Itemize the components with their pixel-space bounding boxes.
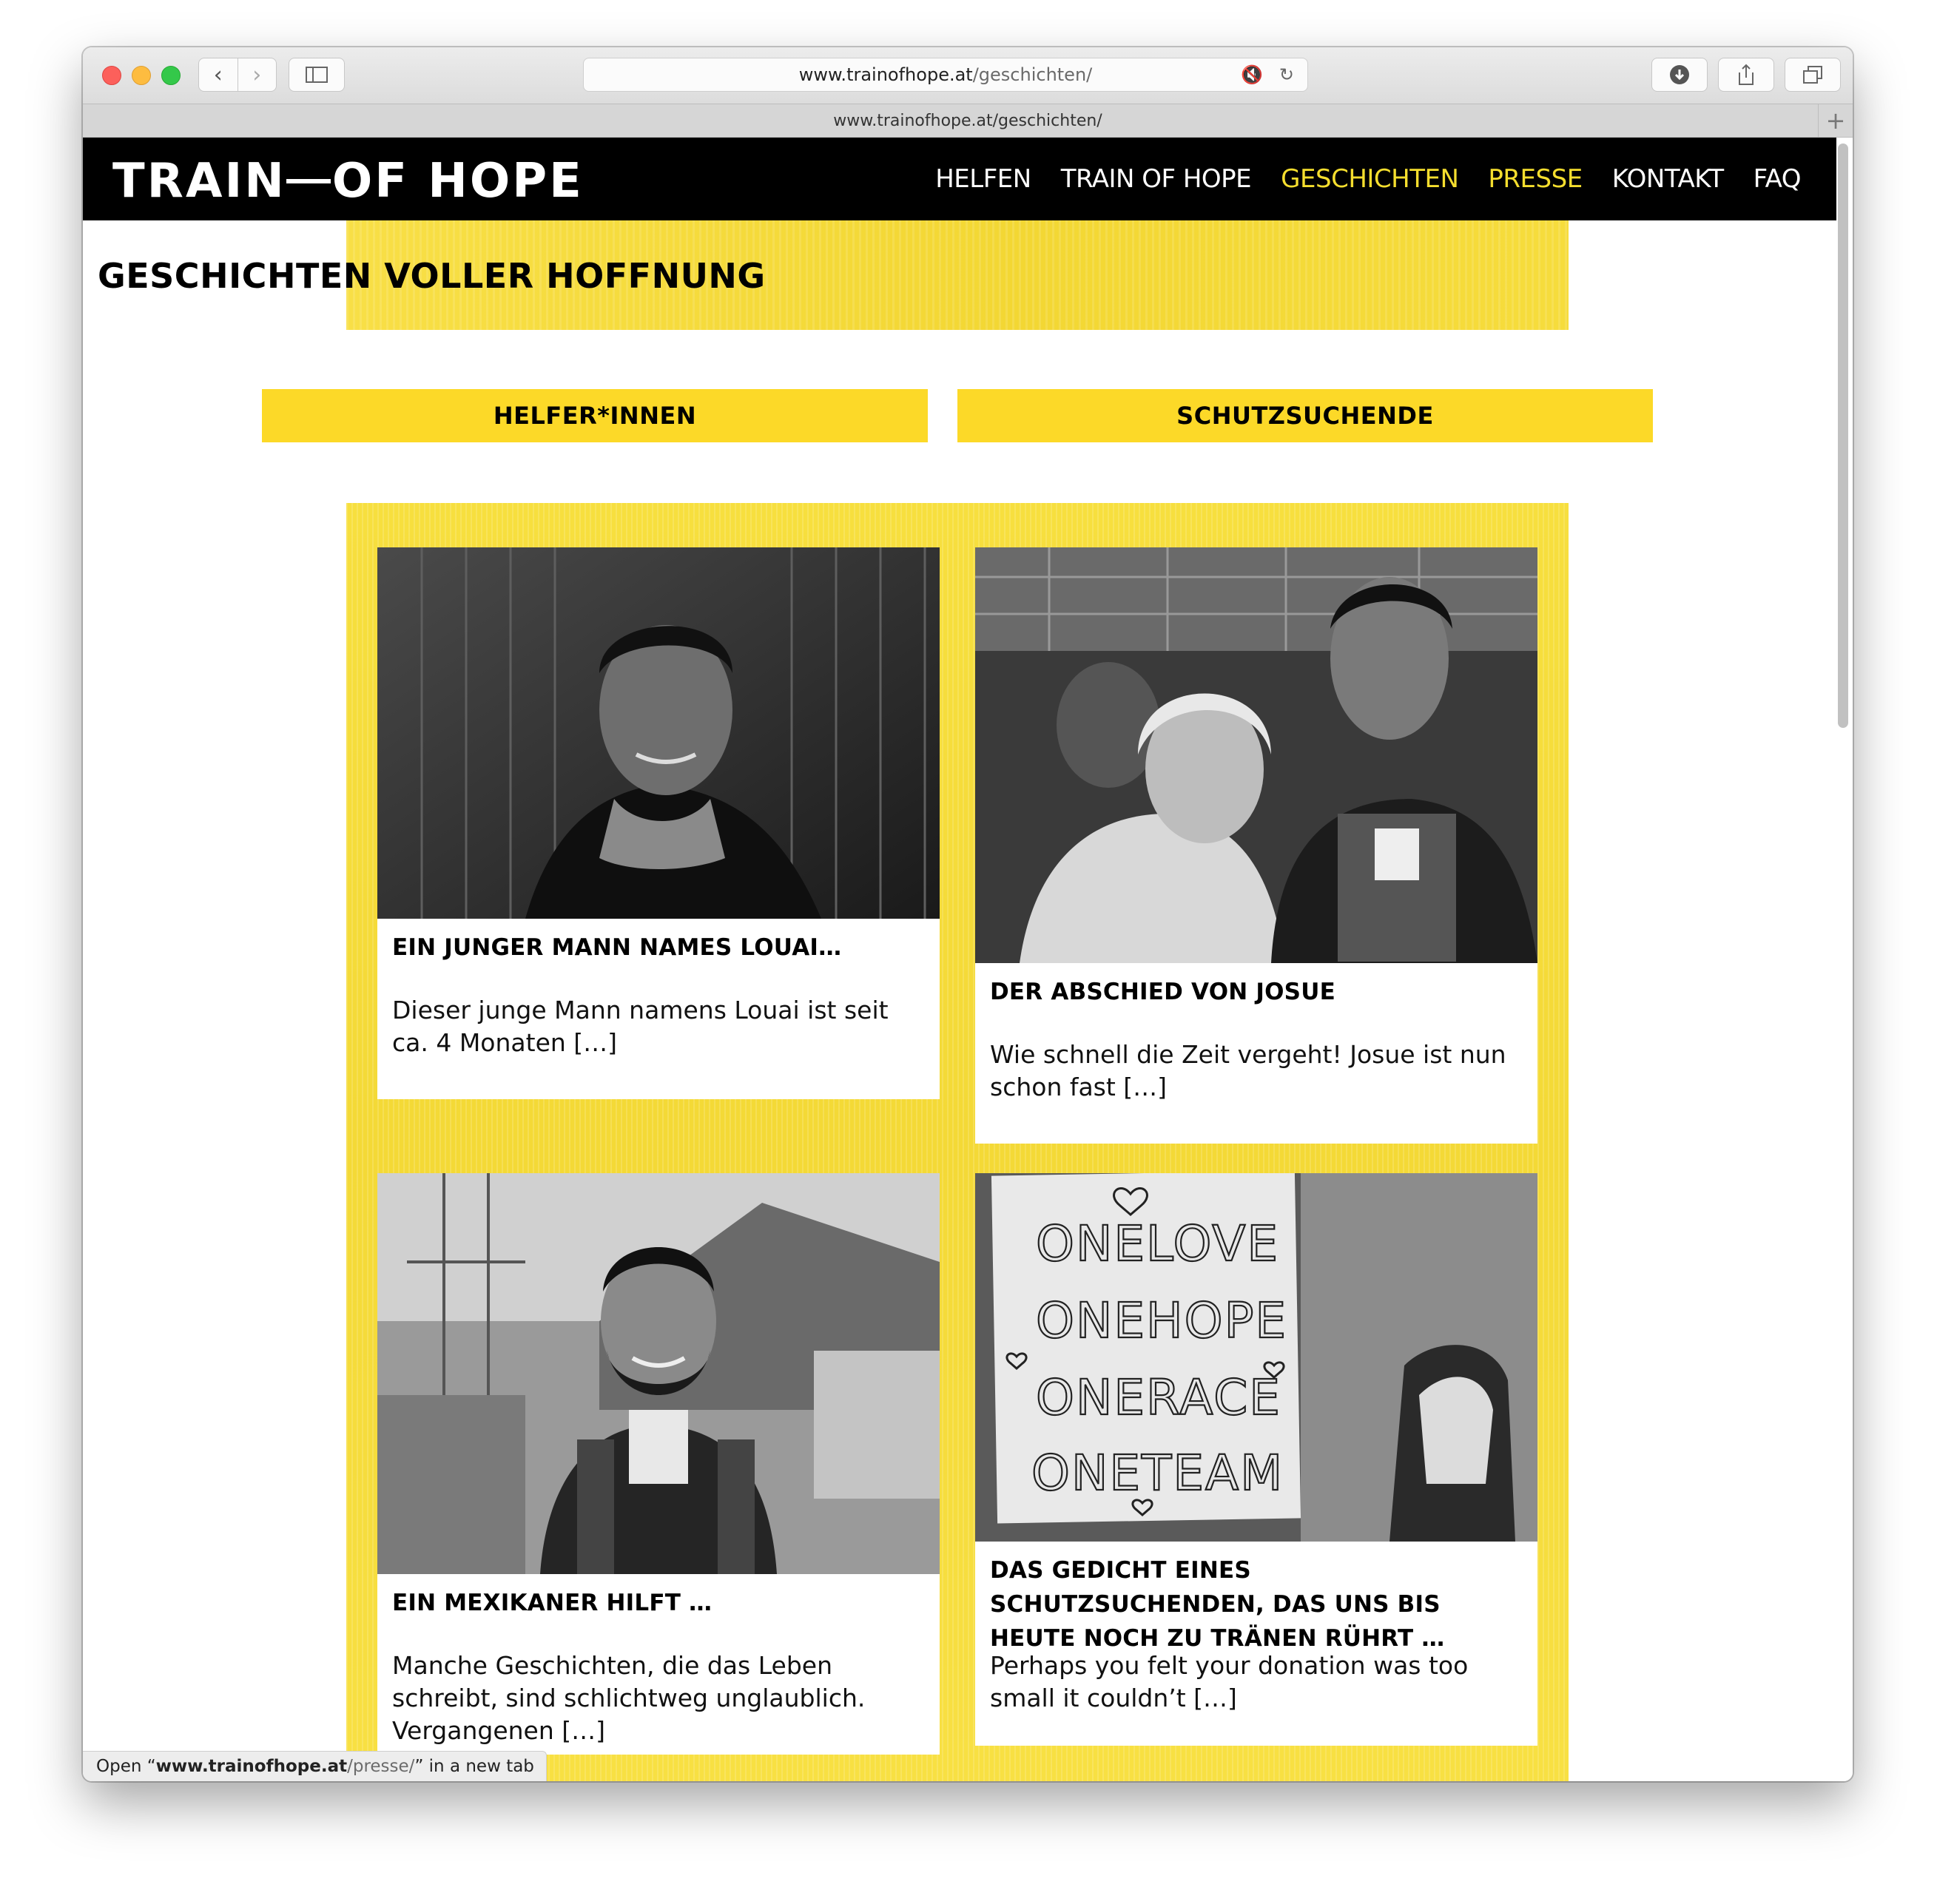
nav-faq[interactable]: FAQ xyxy=(1754,164,1802,194)
sign-line: ONELOVE xyxy=(1036,1215,1279,1272)
share-button[interactable] xyxy=(1718,58,1774,92)
nav-kontakt[interactable]: KONTAKT xyxy=(1612,164,1724,194)
forward-icon[interactable]: › xyxy=(237,58,277,91)
story-card[interactable]: EIN MEXIKANER HILFT … Manche Geschichten… xyxy=(377,1173,940,1755)
story-title[interactable]: DAS GEDICHT EINES SCHUTZSUCHENDEN, DAS U… xyxy=(990,1553,1523,1655)
logo-text-left: TRAIN xyxy=(112,154,286,209)
logo-dash xyxy=(286,179,331,183)
status-path: /presse/ xyxy=(347,1757,415,1776)
man-with-backpack-photo xyxy=(377,1173,940,1574)
tab-bar: www.trainofhope.at/geschichten/ + xyxy=(83,104,1853,138)
sign-line: ONETEAM xyxy=(1031,1445,1284,1502)
filter-helferinnen-button[interactable]: HELFER*INNEN xyxy=(262,389,928,442)
filter-schutzsuchende-button[interactable]: SCHUTZSUCHENDE xyxy=(957,389,1653,442)
mute-audio-icon[interactable]: 🔇 xyxy=(1241,64,1263,85)
group-farewell-photo xyxy=(975,547,1537,963)
logo-text-right: OF HOPE xyxy=(331,154,584,209)
main-navigation: HELFEN TRAIN OF HOPE GESCHICHTEN PRESSE … xyxy=(906,138,1801,220)
story-title[interactable]: DER ABSCHIED VON JOSUE xyxy=(990,975,1523,1009)
story-excerpt: Perhaps you felt your donation was too s… xyxy=(990,1651,1469,1712)
close-window-button[interactable] xyxy=(102,66,121,85)
sign-line: ONEHOPE xyxy=(1036,1292,1287,1349)
address-path: /geschichten/ xyxy=(972,64,1093,85)
new-tab-plus-icon[interactable]: + xyxy=(1818,104,1853,137)
status-prefix: Open “ xyxy=(96,1757,156,1776)
address-domain: www.trainofhope.at xyxy=(798,64,973,85)
browser-window: ‹ › www.trainofhope.at/geschichten/ 🔇 ↻ xyxy=(83,47,1853,1781)
nav-helfen[interactable]: HELFEN xyxy=(935,164,1031,194)
story-excerpt: Wie schnell die Zeit vergeht! Josue ist … xyxy=(990,1040,1506,1101)
browser-toolbar: ‹ › www.trainofhope.at/geschichten/ 🔇 ↻ xyxy=(83,47,1853,104)
story-card[interactable]: EIN JUNGER MANN NAMES LOUAI… Dieser jung… xyxy=(377,547,940,1099)
downloads-button[interactable] xyxy=(1651,58,1708,92)
reload-icon[interactable]: ↻ xyxy=(1279,64,1294,85)
page-title: GESCHICHTEN VOLLER HOFFNUNG xyxy=(98,256,766,296)
story-card[interactable]: DER ABSCHIED VON JOSUE Wie schnell die Z… xyxy=(975,547,1537,1144)
status-bar: Open “www.trainofhope.at/presse/” in a n… xyxy=(83,1751,547,1781)
tabs-overview-icon xyxy=(1803,66,1822,84)
show-tabs-button[interactable] xyxy=(1785,58,1841,92)
nav-train-of-hope[interactable]: TRAIN OF HOPE xyxy=(1061,164,1252,194)
nav-presse[interactable]: PRESSE xyxy=(1488,164,1583,194)
share-icon xyxy=(1739,64,1754,85)
handwritten-sign-photo: ONELOVE ONEHOPE ONERACE ONETEAM xyxy=(975,1173,1537,1542)
train-of-hope-logo[interactable]: TRAIN OF HOPE xyxy=(112,154,584,209)
vertical-scrollbar[interactable] xyxy=(1838,144,1848,728)
nav-geschichten[interactable]: GESCHICHTEN xyxy=(1281,164,1459,194)
site-header: TRAIN OF HOPE HELFEN TRAIN OF HOPE GESCH… xyxy=(83,138,1836,220)
story-title[interactable]: EIN JUNGER MANN NAMES LOUAI… xyxy=(392,931,925,965)
address-bar[interactable]: www.trainofhope.at/geschichten/ 🔇 ↻ xyxy=(583,58,1308,92)
status-domain: www.trainofhope.at xyxy=(155,1757,348,1776)
history-nav: ‹ › xyxy=(198,58,277,92)
sidebar-toggle-button[interactable] xyxy=(289,58,345,92)
sign-line: ONERACE xyxy=(1036,1369,1281,1426)
download-icon xyxy=(1670,65,1689,84)
stories-grid: EIN JUNGER MANN NAMES LOUAI… Dieser jung… xyxy=(346,503,1569,1781)
back-icon[interactable]: ‹ xyxy=(199,58,238,91)
story-title[interactable]: EIN MEXIKANER HILFT … xyxy=(392,1586,925,1620)
story-excerpt: Dieser junge Mann namens Louai ist seit … xyxy=(392,996,889,1057)
portrait-young-man-photo xyxy=(377,547,940,919)
story-card[interactable]: ONELOVE ONEHOPE ONERACE ONETEAM DAS GEDI… xyxy=(975,1173,1537,1746)
sidebar-icon xyxy=(306,67,328,83)
story-excerpt: Manche Geschichten, die das Leben schrei… xyxy=(392,1651,866,1745)
tab-title[interactable]: www.trainofhope.at/geschichten/ xyxy=(833,112,1102,130)
minimize-window-button[interactable] xyxy=(132,66,151,85)
zoom-window-button[interactable] xyxy=(161,66,181,85)
page-viewport: TRAIN OF HOPE HELFEN TRAIN OF HOPE GESCH… xyxy=(83,138,1853,1781)
status-suffix: ” in a new tab xyxy=(414,1757,534,1776)
